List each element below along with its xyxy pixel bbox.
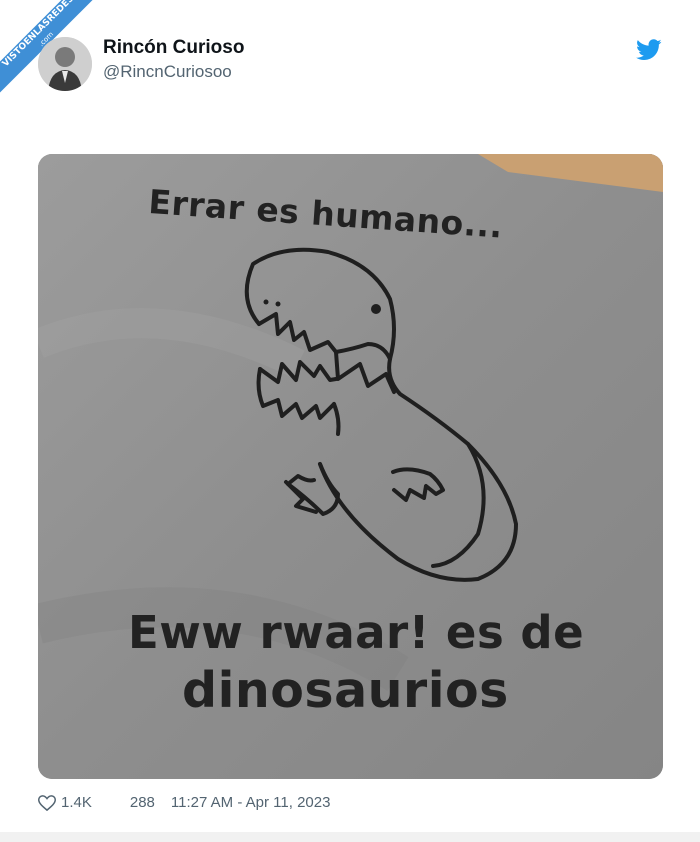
twitter-bird-icon[interactable] [636, 39, 662, 61]
card-bottom-edge [0, 832, 700, 842]
like-count[interactable]: 1.4K [61, 794, 92, 811]
shirt-text-bottom-line2: dinosaurios [182, 662, 509, 719]
tweet-timestamp[interactable]: 11:27 AM - Apr 11, 2023 [171, 794, 331, 811]
tweet-meta: 1.4K 288 11:27 AM - Apr 11, 2023 [38, 794, 330, 811]
avatar[interactable] [38, 37, 92, 91]
author-handle[interactable]: @RincnCuriosoo [103, 62, 232, 82]
shirt-text-bottom-line1: Eww rwaar! es de [128, 606, 585, 659]
retweet-count[interactable]: 288 [130, 794, 155, 811]
author-name[interactable]: Rincón Curioso [103, 37, 244, 59]
tweet-image[interactable]: Errar es humano... Eww rwaar! es de dino… [38, 154, 663, 779]
heart-icon[interactable] [38, 794, 56, 811]
